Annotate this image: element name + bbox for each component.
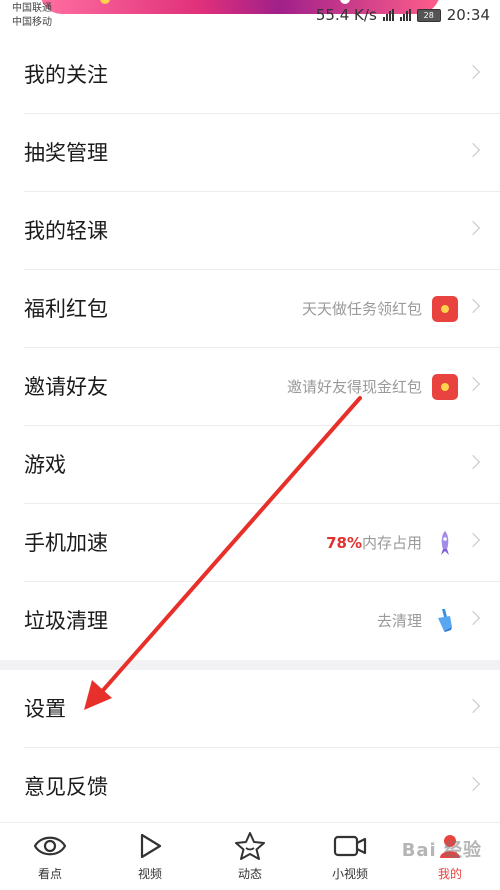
menu-item-label: 邀请好友 bbox=[24, 375, 108, 399]
tab-short-video[interactable]: 小视频 bbox=[300, 823, 400, 890]
chevron-right-icon bbox=[465, 64, 481, 80]
chevron-right-icon bbox=[465, 454, 481, 470]
menu-item-label: 游戏 bbox=[24, 453, 66, 477]
menu-item-junk-cleanup[interactable]: 垃圾清理 去清理 bbox=[24, 582, 500, 660]
tab-label: 视频 bbox=[137, 867, 162, 881]
red-envelope-icon bbox=[432, 374, 458, 400]
menu-item-settings[interactable]: 设置 bbox=[24, 670, 500, 748]
chevron-right-icon bbox=[465, 298, 481, 314]
tab-dynamic[interactable]: 动态 bbox=[200, 823, 300, 890]
menu-item-invite-friends[interactable]: 邀请好友 邀请好友得现金红包 bbox=[24, 348, 500, 426]
banner-decoration bbox=[100, 0, 110, 4]
baidu-watermark: Bai 经验 bbox=[401, 840, 482, 861]
tab-kandian[interactable]: 看点 bbox=[0, 823, 100, 890]
video-camera-icon bbox=[333, 835, 367, 857]
red-envelope-icon bbox=[432, 296, 458, 322]
tab-label: 动态 bbox=[237, 867, 262, 881]
menu-item-lottery-management[interactable]: 抽奖管理 bbox=[24, 114, 500, 192]
signal-icon bbox=[399, 9, 411, 21]
tab-video[interactable]: 视频 bbox=[100, 823, 200, 890]
menu-item-my-courses[interactable]: 我的轻课 bbox=[24, 192, 500, 270]
memory-usage-text: 内存占用 bbox=[361, 534, 422, 552]
menu-item-label: 抽奖管理 bbox=[24, 141, 108, 165]
menu-item-hint: 去清理 bbox=[376, 612, 422, 630]
play-icon bbox=[140, 833, 162, 859]
status-bar: 中国联通 中国移动 55.4 K/s 28 20:34 bbox=[0, 0, 500, 34]
menu-item-games[interactable]: 游戏 bbox=[24, 426, 500, 504]
menu-item-label: 垃圾清理 bbox=[24, 609, 108, 633]
menu-item-phone-speedup[interactable]: 手机加速 78%内存占用 bbox=[24, 504, 500, 582]
menu-item-label: 手机加速 bbox=[24, 531, 108, 555]
tab-label: 小视频 bbox=[331, 867, 368, 881]
menu-item-label: 意见反馈 bbox=[24, 775, 108, 799]
menu-item-hint: 邀请好友得现金红包 bbox=[286, 378, 422, 396]
menu-item-my-follows[interactable]: 我的关注 bbox=[24, 36, 500, 114]
chevron-right-icon bbox=[465, 776, 481, 792]
menu-item-label: 福利红包 bbox=[24, 297, 108, 321]
chevron-right-icon bbox=[465, 698, 481, 714]
menu-item-feedback[interactable]: 意见反馈 bbox=[24, 748, 500, 826]
menu-item-hint: 78%内存占用 bbox=[326, 504, 422, 582]
menu-item-label: 我的轻课 bbox=[24, 219, 108, 243]
menu-item-hint: 天天做任务领红包 bbox=[301, 300, 422, 318]
chevron-right-icon bbox=[465, 220, 481, 236]
status-indicators: 55.4 K/s 28 20:34 bbox=[316, 6, 490, 24]
signal-icon bbox=[382, 9, 394, 21]
carrier-primary: 中国联通 bbox=[12, 3, 52, 14]
star-icon bbox=[235, 832, 265, 860]
chevron-right-icon bbox=[465, 142, 481, 158]
menu-item-label: 设置 bbox=[24, 697, 66, 721]
network-speed: 55.4 K/s bbox=[315, 6, 377, 24]
chevron-right-icon bbox=[465, 532, 481, 548]
tab-label: 我的 bbox=[437, 867, 462, 881]
clock: 20:34 bbox=[446, 6, 490, 24]
chevron-right-icon bbox=[465, 376, 481, 392]
carrier-secondary: 中国移动 bbox=[12, 17, 52, 28]
chevron-right-icon bbox=[465, 610, 481, 626]
banner-decoration bbox=[340, 0, 350, 4]
battery-icon: 28 bbox=[416, 8, 441, 22]
rocket-icon bbox=[441, 531, 449, 555]
section-divider bbox=[0, 660, 500, 670]
eye-icon bbox=[33, 836, 67, 856]
memory-usage-percent: 78% bbox=[326, 534, 362, 552]
settings-menu-list: 我的关注 抽奖管理 我的轻课 福利红包 天天做任务领红包 邀请好友 邀请好友得现… bbox=[0, 36, 500, 826]
menu-item-label: 我的关注 bbox=[24, 63, 108, 87]
tab-label: 看点 bbox=[37, 867, 62, 881]
menu-item-welfare-red-packet[interactable]: 福利红包 天天做任务领红包 bbox=[24, 270, 500, 348]
broom-icon bbox=[438, 609, 452, 632]
